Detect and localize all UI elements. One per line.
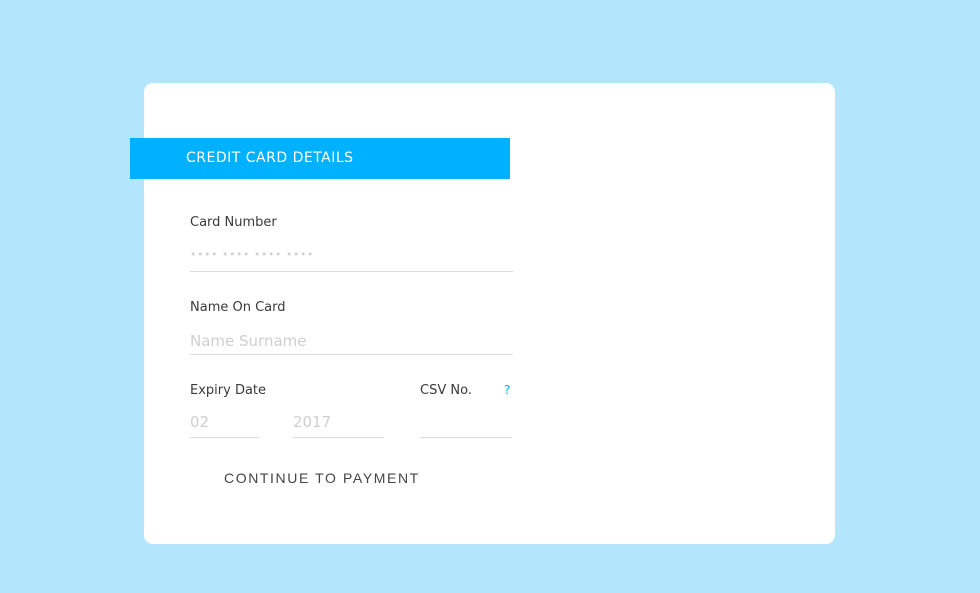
- continue-to-payment-button[interactable]: CONTINUE TO PAYMENT: [224, 470, 420, 486]
- card-number-placeholder: •••• •••• •••• ••••: [190, 248, 314, 261]
- name-on-card-label: Name On Card: [190, 300, 286, 315]
- expiry-year-input[interactable]: [293, 407, 384, 438]
- expiry-date-label: Expiry Date: [190, 383, 267, 398]
- csv-label: CSV No.: [420, 383, 472, 398]
- credit-card-details-header: CREDIT CARD DETAILS: [130, 138, 510, 179]
- csv-input[interactable]: [420, 407, 512, 438]
- csv-help-icon[interactable]: ?: [504, 383, 510, 397]
- card-number-label: Card Number: [190, 215, 277, 230]
- expiry-month-input[interactable]: [190, 407, 259, 438]
- name-on-card-input[interactable]: [190, 327, 513, 355]
